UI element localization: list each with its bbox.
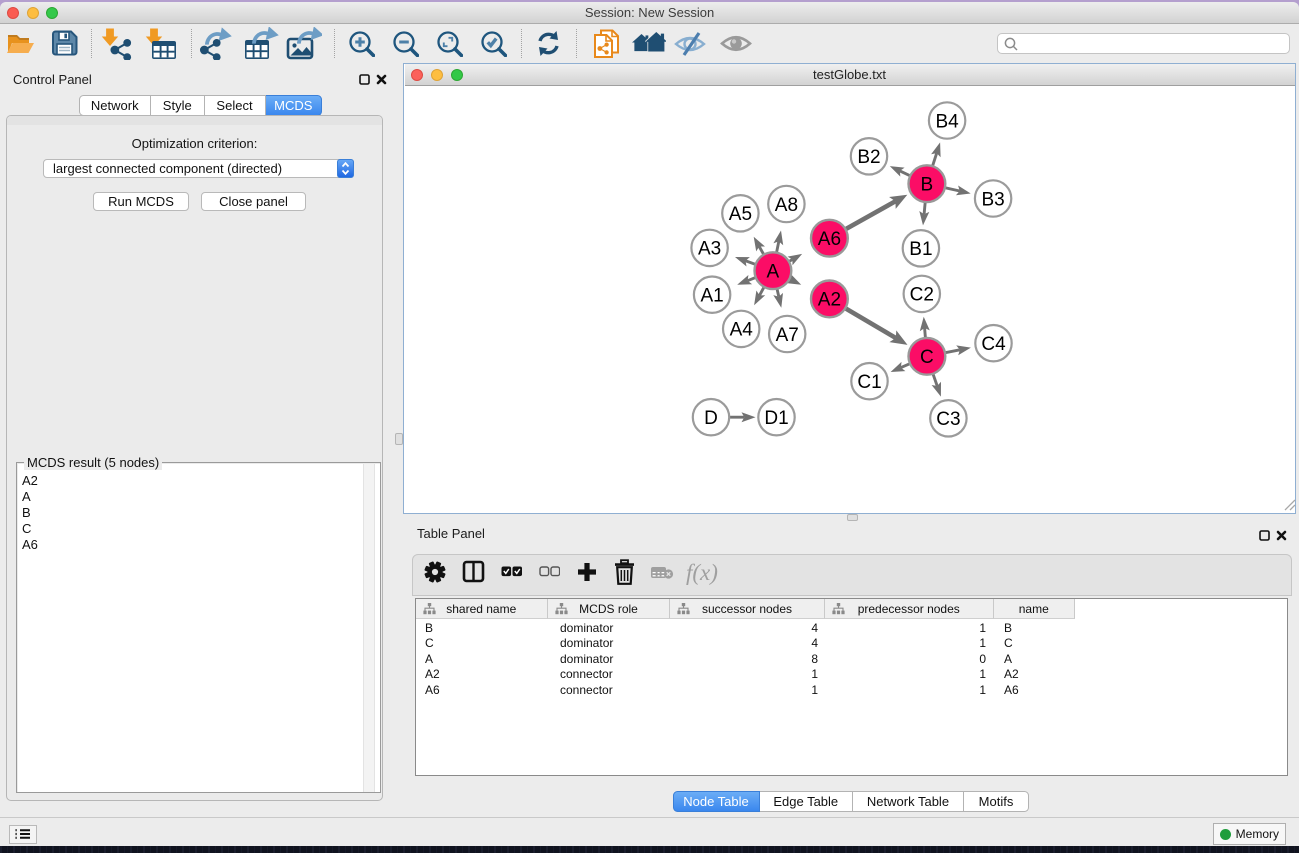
svg-text:D1: D1	[764, 408, 788, 429]
svg-text:A5: A5	[728, 204, 751, 225]
svg-text:B1: B1	[909, 239, 932, 260]
svg-text:C4: C4	[981, 334, 1006, 355]
svg-text:C: C	[920, 347, 934, 368]
svg-text:A4: A4	[729, 319, 753, 340]
svg-text:D: D	[704, 408, 718, 429]
svg-text:B3: B3	[981, 189, 1004, 210]
svg-text:A2: A2	[817, 289, 840, 310]
svg-text:A: A	[766, 261, 779, 282]
svg-text:A7: A7	[775, 324, 798, 345]
svg-text:A6: A6	[817, 229, 840, 250]
svg-text:B2: B2	[857, 147, 880, 168]
svg-text:C3: C3	[936, 409, 960, 430]
svg-text:B4: B4	[935, 111, 959, 132]
svg-text:C2: C2	[909, 284, 933, 305]
svg-text:A8: A8	[774, 194, 797, 215]
svg-text:A1: A1	[700, 285, 723, 306]
svg-text:B: B	[920, 174, 933, 195]
svg-text:A3: A3	[697, 238, 720, 259]
svg-text:C1: C1	[857, 372, 881, 393]
